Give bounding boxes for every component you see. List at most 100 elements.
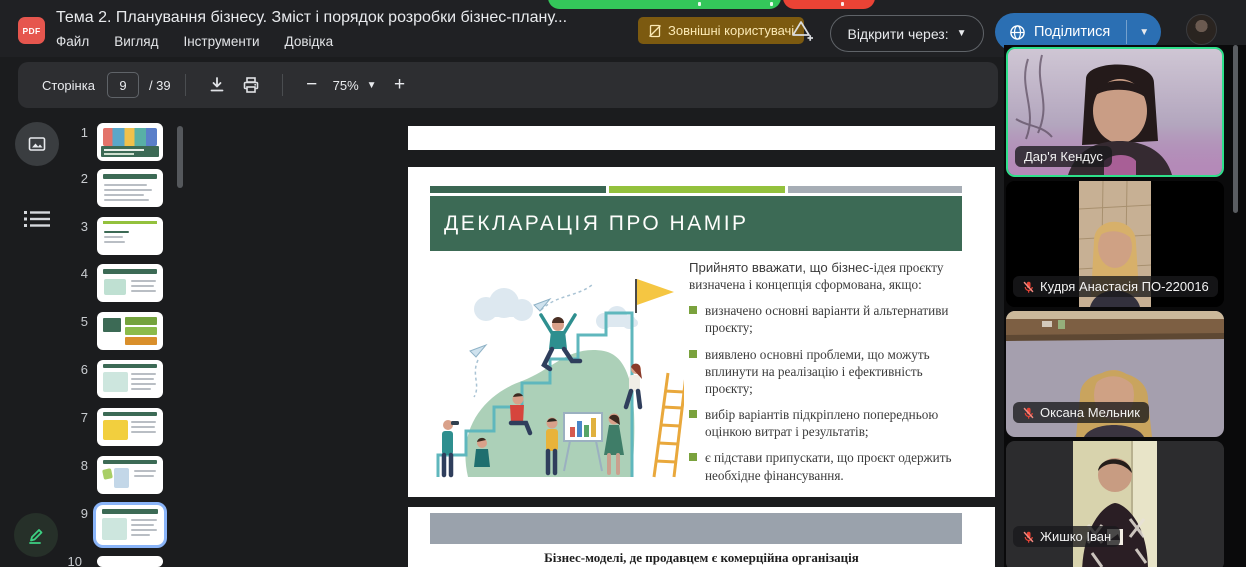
thumbnail-page-8[interactable] bbox=[97, 456, 163, 494]
pill-glyph bbox=[770, 2, 773, 6]
thumbnail-page-4[interactable] bbox=[97, 264, 163, 302]
external-users-label: Зовнішні користувачі bbox=[668, 23, 794, 38]
mic-off-icon bbox=[1022, 280, 1035, 294]
toolbar-divider bbox=[282, 74, 283, 96]
globe-icon bbox=[1009, 24, 1026, 41]
open-with-dropdown[interactable]: Відкрити через: ▼ bbox=[830, 15, 984, 52]
outline-view-button[interactable] bbox=[15, 197, 59, 241]
bullet-text: вибір варіантів підкріплено попередньою … bbox=[705, 406, 967, 440]
meet-participants-sidebar: Дар'я Кендус bbox=[1004, 45, 1246, 567]
thumbnail-page-1[interactable] bbox=[97, 123, 163, 161]
thumb-page-number: 7 bbox=[68, 410, 88, 425]
print-button[interactable] bbox=[234, 68, 268, 102]
next-slide-caption: Бізнес-моделі, де продавцем є комерційна… bbox=[408, 550, 995, 566]
participant-name: Кудря Анастасія ПО-220016 bbox=[1040, 279, 1209, 294]
thumb-page-number: 2 bbox=[68, 171, 88, 186]
slide-body-text: Прийнято вважати, що бізнес-ідея проєкту… bbox=[689, 259, 967, 484]
add-shortcut-icon[interactable] bbox=[788, 17, 814, 43]
menu-tools[interactable]: Інструменти bbox=[183, 34, 259, 49]
thumbnail-art bbox=[99, 125, 161, 159]
header-bar-light bbox=[609, 186, 785, 193]
slide-title: ДЕКЛАРАЦІЯ ПРО НАМІР bbox=[430, 212, 749, 236]
annotate-button[interactable] bbox=[14, 513, 58, 557]
participant-name-tag: Кудря Анастасія ПО-220016 bbox=[1013, 276, 1218, 297]
thumbnail-scrollbar[interactable] bbox=[177, 126, 183, 188]
zoom-level: 75% bbox=[333, 78, 359, 93]
participant-tile[interactable]: Кудря Анастасія ПО-220016 bbox=[1006, 181, 1224, 307]
thumb-page-number: 1 bbox=[68, 125, 88, 140]
header-bar-gray bbox=[788, 186, 962, 193]
participant-tile[interactable]: Оксана Мельник bbox=[1006, 311, 1224, 437]
page-10-top: Бізнес-моделі, де продавцем є комерційна… bbox=[408, 507, 995, 567]
menu-view[interactable]: Вигляд bbox=[114, 34, 158, 49]
menu-help[interactable]: Довідка bbox=[285, 34, 334, 49]
slide-bullets: визначено основні варіанти й альтернатив… bbox=[689, 302, 967, 483]
thumbnail-page-5[interactable] bbox=[97, 312, 163, 350]
thumbnail-view-button[interactable] bbox=[15, 122, 59, 166]
thumbnail-art bbox=[99, 314, 161, 348]
participant-tile[interactable]: Жишко Іван bbox=[1006, 441, 1224, 567]
chevron-down-icon: ▼ bbox=[957, 28, 967, 39]
next-slide-header-bar bbox=[430, 513, 962, 544]
toolbar-divider bbox=[185, 74, 186, 96]
thumbnail-page-7[interactable] bbox=[97, 408, 163, 446]
thumbnail-page-3[interactable] bbox=[97, 217, 163, 255]
bullet-text: є підстави припускати, що проєкт одержит… bbox=[705, 449, 967, 483]
image-icon bbox=[27, 134, 47, 154]
bullet-item: є підстави припускати, що проєкт одержит… bbox=[689, 449, 967, 483]
zoom-out-button[interactable]: − bbox=[297, 74, 327, 96]
menu-file[interactable]: Файл bbox=[56, 34, 89, 49]
participant-name: Жишко Іван bbox=[1040, 529, 1111, 544]
bullet-square-icon bbox=[689, 410, 697, 418]
thumbnail-page-10[interactable] bbox=[97, 556, 163, 567]
stop-presenting-pill-red[interactable] bbox=[783, 0, 875, 9]
presenting-pill-green[interactable] bbox=[548, 0, 781, 9]
participant-name-tag: Дар'я Кендус bbox=[1015, 146, 1112, 167]
participant-name: Оксана Мельник bbox=[1040, 405, 1140, 420]
slide-intro: Прийнято вважати, що бізнес-ідея проєкту… bbox=[689, 259, 967, 293]
slashed-doc-icon bbox=[648, 24, 662, 38]
sidebar-scrollbar[interactable] bbox=[1233, 45, 1238, 213]
mic-off-icon bbox=[1022, 406, 1035, 420]
account-avatar[interactable] bbox=[1186, 14, 1217, 45]
bullet-text: виявлено основні проблеми, що можуть впл… bbox=[705, 346, 967, 397]
download-icon bbox=[207, 75, 227, 95]
open-with-label: Відкрити через: bbox=[847, 26, 948, 42]
bullet-item: вибір варіантів підкріплено попередньою … bbox=[689, 406, 967, 440]
header-bar-dark bbox=[430, 186, 606, 193]
bullet-square-icon bbox=[689, 350, 697, 358]
slide-illustration-growth-stairs bbox=[426, 265, 684, 487]
zoom-dropdown-icon[interactable]: ▼ bbox=[367, 80, 377, 91]
zoom-in-button[interactable]: + bbox=[385, 74, 415, 96]
participant-name-tag: Жишко Іван bbox=[1013, 526, 1120, 547]
bullet-item: виявлено основні проблеми, що можуть впл… bbox=[689, 346, 967, 397]
pill-glyph bbox=[698, 2, 701, 6]
page-number-input[interactable] bbox=[107, 72, 139, 98]
page-label: Сторінка bbox=[42, 78, 95, 93]
bullet-square-icon bbox=[689, 306, 697, 314]
thumbnail-art bbox=[99, 558, 161, 565]
thumbnail-art bbox=[99, 266, 161, 300]
bullet-square-icon bbox=[689, 453, 697, 461]
thumbnail-page-6[interactable] bbox=[97, 360, 163, 398]
participant-name-tag: Оксана Мельник bbox=[1013, 402, 1149, 423]
screen: PDF Тема 2. Планування бізнесу. Зміст і … bbox=[0, 0, 1246, 567]
thumbnail-art bbox=[99, 458, 161, 492]
thumb-page-number: 8 bbox=[68, 458, 88, 473]
thumbnail-art bbox=[99, 219, 161, 253]
thumb-page-number: 4 bbox=[68, 266, 88, 281]
page-9: ДЕКЛАРАЦІЯ ПРО НАМІР bbox=[408, 167, 995, 497]
participant-tile-active[interactable]: Дар'я Кендус bbox=[1006, 47, 1224, 177]
share-label: Поділитися bbox=[1034, 24, 1110, 40]
page-total: / 39 bbox=[149, 78, 171, 93]
thumbnail-page-9-selected[interactable] bbox=[93, 502, 167, 548]
pencil-icon bbox=[25, 524, 47, 546]
thumb-page-number: 3 bbox=[68, 219, 88, 234]
download-button[interactable] bbox=[200, 68, 234, 102]
thumbnail-art bbox=[99, 171, 161, 205]
pdf-file-icon: PDF bbox=[18, 17, 45, 44]
list-icon bbox=[24, 209, 50, 229]
intro-lead: Прийнято вважати, що бізнес- bbox=[689, 260, 874, 275]
bullet-item: визначено основні варіанти й альтернатив… bbox=[689, 302, 967, 336]
thumbnail-page-2[interactable] bbox=[97, 169, 163, 207]
